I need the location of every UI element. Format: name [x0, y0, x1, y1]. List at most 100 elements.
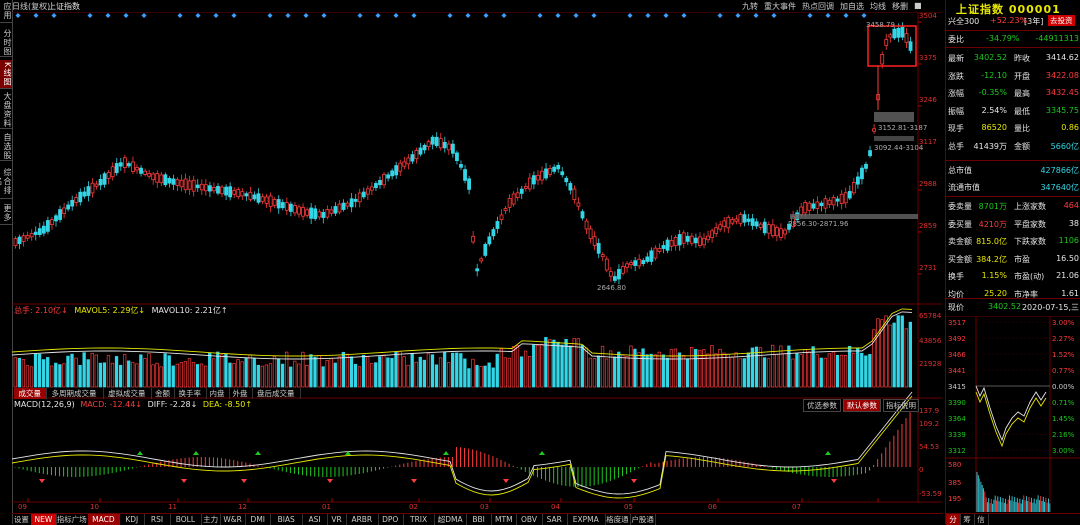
- quote-label2: 昨收: [1014, 54, 1030, 63]
- indicator-tab-5[interactable]: RSI: [144, 514, 171, 525]
- gap-label-3: 2856.30-2871.96: [788, 220, 849, 228]
- svg-text:195: 195: [948, 495, 961, 503]
- promo-value: +52.23%: [990, 16, 1028, 25]
- gap-label-1: 3152.81-3187: [878, 124, 928, 132]
- indicator-tab-13[interactable]: ARBR: [346, 514, 379, 525]
- quote-value2: 3345.75: [1045, 105, 1079, 115]
- macd-tick: -53.59: [919, 490, 942, 498]
- index-name: 上证指数: [48, 2, 80, 11]
- top-link-4[interactable]: 均线: [870, 1, 886, 12]
- stat-value: 4210万: [978, 219, 1007, 229]
- indicator-tab-16[interactable]: 超DMA: [434, 514, 467, 525]
- date-tick: 01: [322, 503, 331, 511]
- stat-value2: 16.50: [1056, 253, 1079, 263]
- left-tab-1[interactable]: 分时图: [0, 28, 12, 57]
- vol-tab-0[interactable]: 成交量: [14, 388, 47, 399]
- vol-tab-7[interactable]: 盘后成交量: [252, 388, 301, 399]
- indicator-tab-23[interactable]: 户股通: [630, 514, 657, 525]
- indicator-tab-12[interactable]: VR: [327, 514, 347, 525]
- stat-label: 委卖量: [948, 202, 972, 211]
- vol-tab-4[interactable]: 换手率: [174, 388, 207, 399]
- panel-tab-0[interactable]: 分: [946, 514, 961, 525]
- indicator-tab-14[interactable]: DPO: [378, 514, 404, 525]
- top-link-1[interactable]: 重大事件: [764, 1, 796, 12]
- left-tab-0[interactable]: 应用: [0, 0, 12, 23]
- vol-tick: 21928: [919, 360, 942, 368]
- intraday-mini-chart[interactable]: 3517 3.00% 3492 2.27% 3466 1.52% 3441 0.77% 3415…: [946, 316, 1080, 512]
- svg-text:2.16%: 2.16%: [1052, 431, 1075, 439]
- date-tick: 10: [90, 503, 99, 511]
- svg-text:580: 580: [948, 461, 961, 469]
- dea-value: DEA: -8.50↑: [202, 400, 253, 409]
- indicator-tab-20[interactable]: SAR: [542, 514, 568, 525]
- indicator-tab-7[interactable]: 主力: [201, 514, 221, 525]
- indicator-tab-2[interactable]: 指标广场: [56, 514, 89, 525]
- left-tab-4[interactable]: 自选股: [0, 132, 12, 161]
- weibi-diff: -44911313: [1035, 34, 1079, 43]
- quote-value: 3402.52: [973, 53, 1007, 62]
- vol-tab-5[interactable]: 内盘: [206, 388, 230, 399]
- top-link-5[interactable]: 移删: [892, 1, 908, 12]
- macd-tick: 137.9: [919, 407, 940, 415]
- price-tick: 2988: [919, 180, 937, 188]
- svg-text:3339: 3339: [948, 431, 966, 439]
- quote-row-5: 总手 41439万 金额 5660亿: [948, 140, 1079, 153]
- macd-tick: 0: [919, 466, 924, 474]
- vol-tab-2[interactable]: 虚拟成交量: [103, 388, 152, 399]
- kline-chart[interactable]: [12, 12, 942, 512]
- indicator-tab-0[interactable]: 设置: [12, 514, 32, 525]
- indicator-tab-18[interactable]: MTM: [491, 514, 518, 525]
- indicator-tab-15[interactable]: TRIX: [403, 514, 436, 525]
- indicator-tab-9[interactable]: DMI: [245, 514, 272, 525]
- indicator-tab-11[interactable]: ASI: [302, 514, 329, 525]
- quote-value2: 3414.62: [1045, 53, 1079, 62]
- indicator-tab-21[interactable]: EXPMA: [567, 514, 606, 525]
- left-tab-5[interactable]: 综合排名: [0, 164, 12, 199]
- indicator-tab-10[interactable]: BIAS: [270, 514, 303, 525]
- invest-button[interactable]: 去投资: [1048, 15, 1075, 26]
- indicator-tab-6[interactable]: BOLL: [170, 514, 203, 525]
- macd-btn-2[interactable]: 指标说明: [883, 399, 919, 412]
- period-label[interactable]: 日线(复权): [12, 1, 50, 12]
- indicator-tab-1[interactable]: NEW: [30, 514, 57, 525]
- indicator-tab-17[interactable]: BBI: [466, 514, 493, 525]
- panel-tab-1[interactable]: 筹: [960, 514, 975, 525]
- svg-text:3.00%: 3.00%: [1052, 447, 1075, 455]
- vol-tab-3[interactable]: 金额: [151, 388, 175, 399]
- indicator-tab-8[interactable]: W&R: [220, 514, 247, 525]
- macd-btn-0[interactable]: 优选参数: [803, 399, 841, 412]
- date-tick: 03: [480, 503, 489, 511]
- quote-row-3: 振幅 2.54% 最低 3345.75: [948, 105, 1079, 118]
- quote-label: 振幅: [948, 106, 964, 116]
- top-link-6[interactable]: ■: [914, 1, 922, 10]
- top-link-0[interactable]: 九转: [742, 1, 758, 12]
- top-link-2[interactable]: 热点回调: [802, 1, 834, 12]
- quote-value: 86520: [981, 123, 1007, 132]
- stat-row-1: 委买量 4210万 平盘家数 38: [948, 218, 1079, 231]
- panel-tab-2[interactable]: 信: [974, 514, 989, 525]
- svg-text:3466: 3466: [948, 351, 966, 359]
- indicator-tab-19[interactable]: OBV: [516, 514, 543, 525]
- stat-label2: 平盘家数: [1014, 219, 1046, 229]
- quote-row-4: 现手 86520 量比 0.86: [948, 122, 1079, 135]
- quote-label2: 最低: [1014, 106, 1030, 116]
- vol-tab-6[interactable]: 外盘: [229, 388, 253, 399]
- left-tab-6[interactable]: 更多: [0, 202, 12, 225]
- svg-text:1.45%: 1.45%: [1052, 415, 1075, 423]
- quote-value: 41439万: [973, 141, 1007, 151]
- vol-tab-1[interactable]: 多周期成交量: [46, 388, 104, 399]
- indicator-tab-22[interactable]: 格度通: [605, 514, 631, 525]
- price-tick: 3504: [919, 12, 937, 20]
- indicator-tab-3[interactable]: MACD: [87, 514, 121, 525]
- indicator-tabs: 设置 NEW 指标广场 MACD KDJ RSI BOLL 主力 W&R DMI BIAS ASI VR…: [12, 513, 942, 525]
- left-tab-3[interactable]: 大盘资料: [0, 92, 12, 129]
- top-link-3[interactable]: 加自选: [840, 1, 864, 12]
- price-tick: 2859: [919, 222, 937, 230]
- macd-btn-1[interactable]: 默认参数: [843, 399, 881, 412]
- indicator-tab-4[interactable]: KDJ: [119, 514, 146, 525]
- quote-value2: 3422.08: [1045, 70, 1079, 80]
- quote-panel: 上证指数 000001 兴全300 +52.23% [3年] 去投资 委比 -3…: [945, 0, 1080, 525]
- left-tab-2[interactable]: K线图: [0, 60, 12, 89]
- mv-value: 427866亿: [1040, 166, 1079, 175]
- macd-legend: MACD(12,26,9) MACD: -12.44↓ DIFF: -2.28↓…: [14, 400, 252, 409]
